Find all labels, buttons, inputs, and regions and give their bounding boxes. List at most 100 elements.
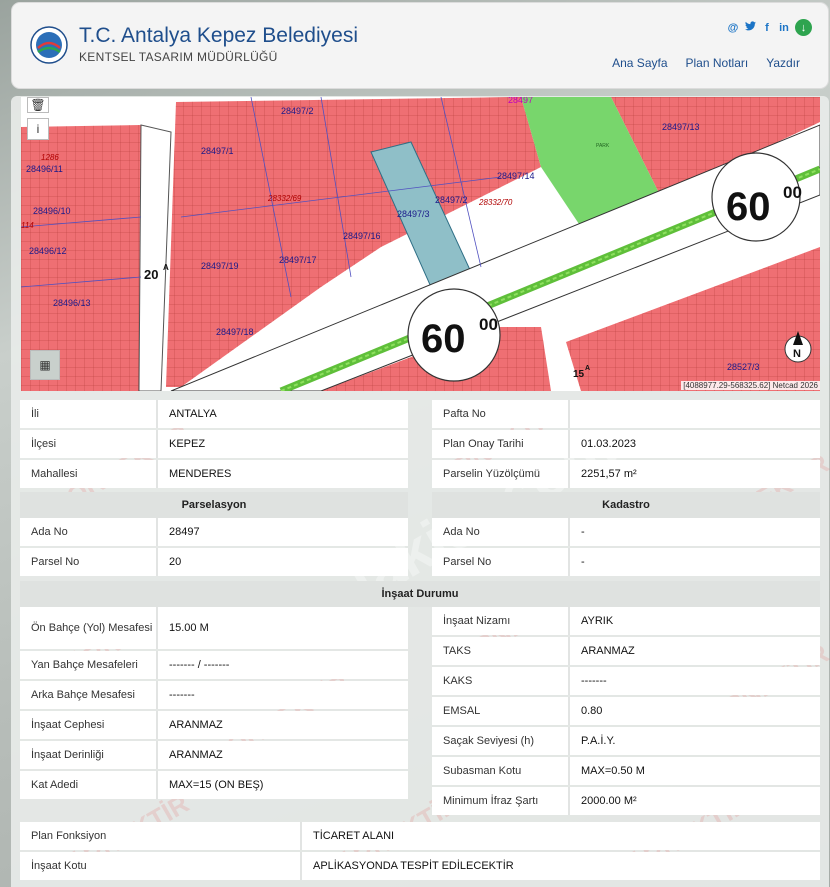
yan-bahce-value: ------- / ------- bbox=[156, 651, 408, 679]
ada-value: 28497 bbox=[156, 518, 408, 546]
table-row: Ada No - bbox=[432, 518, 820, 546]
parcel-label: 28497/18 bbox=[216, 327, 254, 337]
nav-print[interactable]: Yazdır bbox=[766, 56, 800, 70]
table-row: Kat Adedi MAX=15 (ON BEŞ) bbox=[20, 771, 408, 799]
table-row: Yan Bahçe Mesafeleri ------- / ------- bbox=[20, 651, 408, 679]
subasman-label: Subasman Kotu bbox=[432, 757, 568, 785]
linkedin-icon[interactable]: in bbox=[778, 22, 790, 34]
section-insaat-durumu: İnşaat Durumu bbox=[20, 581, 820, 607]
org-title: T.C. Antalya Kepez Belediyesi bbox=[79, 24, 358, 47]
area-label: Parselin Yüzölçümü bbox=[432, 460, 568, 488]
arka-bahce-value: ------- bbox=[156, 681, 408, 709]
parsel-label: Parsel No bbox=[20, 548, 156, 576]
table-row: Mahallesi MENDERES bbox=[20, 460, 408, 488]
side-road-sup: A bbox=[163, 263, 169, 272]
insaat-right-table: İnşaat Nizamı AYRIK TAKS ARANMAZ KAKS --… bbox=[432, 607, 820, 815]
insaat-cephesi-value: ARANMAZ bbox=[156, 711, 408, 739]
pafta-value bbox=[568, 400, 820, 428]
table-row: TAKS ARANMAZ bbox=[432, 637, 820, 665]
info-icon[interactable]: i bbox=[27, 118, 49, 140]
nav-home[interactable]: Ana Sayfa bbox=[612, 56, 667, 70]
location-info-right: Pafta No Plan Onay Tarihi 01.03.2023 Par… bbox=[432, 400, 820, 488]
mahalle-value: MENDERES bbox=[156, 460, 408, 488]
parcel-label: 28497/14 bbox=[497, 171, 535, 181]
table-row: Parselin Yüzölçümü 2251,57 m² bbox=[432, 460, 820, 488]
email-icon[interactable]: @ bbox=[727, 22, 739, 34]
pafta-label: Pafta No bbox=[432, 400, 568, 428]
location-info-left: İli ANTALYA İlçesi KEPEZ Mahallesi MENDE… bbox=[20, 400, 408, 488]
on-bahce-value: 15.00 M bbox=[156, 607, 408, 649]
side-road2-label: 15 bbox=[573, 369, 585, 380]
kadastro-ada-label: Ada No bbox=[432, 518, 568, 546]
table-row: Saçak Seviyesi (h) P.A.İ.Y. bbox=[432, 727, 820, 755]
insaat-kotu-label: İnşaat Kotu bbox=[20, 852, 300, 880]
kat-adedi-value: MAX=15 (ON BEŞ) bbox=[156, 771, 408, 799]
kadastro-parsel-label: Parsel No bbox=[432, 548, 568, 576]
facebook-icon[interactable]: f bbox=[761, 22, 773, 34]
taks-value: ARANMAZ bbox=[568, 637, 820, 665]
plan-fonksiyon-value: TİCARET ALANI bbox=[300, 822, 820, 850]
kadastro-parsel-value: - bbox=[568, 548, 820, 576]
kaks-label: KAKS bbox=[432, 667, 568, 695]
table-row: İnşaat Derinliği ARANMAZ bbox=[20, 741, 408, 769]
org-subtitle: KENTSEL TASARIM MÜDÜRLÜĞÜ bbox=[79, 50, 278, 64]
il-label: İli bbox=[20, 400, 156, 428]
side-road-label: 20 bbox=[144, 267, 158, 282]
side-road2-sup: A bbox=[585, 365, 590, 372]
road-width-sup-1: 00 bbox=[479, 315, 498, 334]
parcel-label: 28497/19 bbox=[201, 261, 239, 271]
ilce-value: KEPEZ bbox=[156, 430, 408, 458]
table-row: Pafta No bbox=[432, 400, 820, 428]
site-header: T.C. Antalya Kepez Belediyesi KENTSEL TA… bbox=[11, 2, 829, 89]
insaat-kotu-value: APLİKASYONDA TESPİT EDİLECEKTİR bbox=[300, 852, 820, 880]
insaat-nizami-label: İnşaat Nizamı bbox=[432, 607, 568, 635]
section-parselasyon: Parselasyon bbox=[20, 492, 408, 518]
map-coordinates: [4088977.29-568325.62] Netcad 2026 bbox=[681, 381, 820, 390]
parcel-label: 28332/70 bbox=[478, 198, 513, 207]
park-label: PARK bbox=[596, 143, 610, 149]
il-value: ANTALYA bbox=[156, 400, 408, 428]
north-arrow-icon: N bbox=[784, 331, 812, 363]
plan-date-label: Plan Onay Tarihi bbox=[432, 430, 568, 458]
plan-fonksiyon-label: Plan Fonksiyon bbox=[20, 822, 300, 850]
parselasyon-table: Ada No 28497 Parsel No 20 bbox=[20, 518, 408, 576]
parcel-label: 28496/13 bbox=[53, 298, 91, 308]
plan-function-table: Plan Fonksiyon TİCARET ALANI İnşaat Kotu… bbox=[20, 822, 820, 880]
twitter-icon[interactable] bbox=[744, 21, 756, 34]
emsal-value: 0.80 bbox=[568, 697, 820, 725]
zoning-map[interactable]: 60 00 60 00 20 A 15 A 28497/2 28497/1 28… bbox=[21, 97, 820, 391]
parcel-label: 28497/2 bbox=[281, 106, 314, 116]
kadastro-ada-value: - bbox=[568, 518, 820, 546]
parcel-label: 28527/3 bbox=[727, 362, 760, 372]
parcel-label: 28497/17 bbox=[279, 255, 317, 265]
table-row: KAKS ------- bbox=[432, 667, 820, 695]
download-icon[interactable]: ↓ bbox=[795, 19, 812, 36]
ifraz-label: Minimum İfraz Şartı bbox=[432, 787, 568, 815]
table-row: İnşaat Cephesi ARANMAZ bbox=[20, 711, 408, 739]
emsal-label: EMSAL bbox=[432, 697, 568, 725]
parcel-label: 28496/12 bbox=[29, 246, 67, 256]
road-width-sup-2: 00 bbox=[783, 183, 802, 202]
parsel-value: 20 bbox=[156, 548, 408, 576]
parcel-label: 28496/11 bbox=[26, 164, 63, 174]
insaat-cephesi-label: İnşaat Cephesi bbox=[20, 711, 156, 739]
table-row: İnşaat Kotu APLİKASYONDA TESPİT EDİLECEK… bbox=[20, 852, 820, 880]
trash-icon[interactable]: 🗑 bbox=[27, 97, 49, 113]
nav-plan-notes[interactable]: Plan Notları bbox=[686, 56, 749, 70]
table-row: Parsel No - bbox=[432, 548, 820, 576]
table-row: Subasman Kotu MAX=0.50 M bbox=[432, 757, 820, 785]
road-width-label-1: 60 bbox=[421, 317, 466, 361]
table-row: İlçesi KEPEZ bbox=[20, 430, 408, 458]
layer-toggle-icon[interactable]: ▦ bbox=[30, 350, 60, 380]
parcel-label: 28497/13 bbox=[662, 122, 700, 132]
municipality-logo[interactable] bbox=[30, 26, 68, 64]
kaks-value: ------- bbox=[568, 667, 820, 695]
ilce-label: İlçesi bbox=[20, 430, 156, 458]
subasman-value: MAX=0.50 M bbox=[568, 757, 820, 785]
social-links: @ f in ↓ bbox=[727, 19, 812, 36]
parcel-label: 114 bbox=[21, 221, 34, 230]
mahalle-label: Mahallesi bbox=[20, 460, 156, 488]
table-row: İli ANTALYA bbox=[20, 400, 408, 428]
parcel-label: 28497/1 bbox=[201, 146, 234, 156]
on-bahce-label: Ön Bahçe (Yol) Mesafesi bbox=[20, 607, 156, 649]
